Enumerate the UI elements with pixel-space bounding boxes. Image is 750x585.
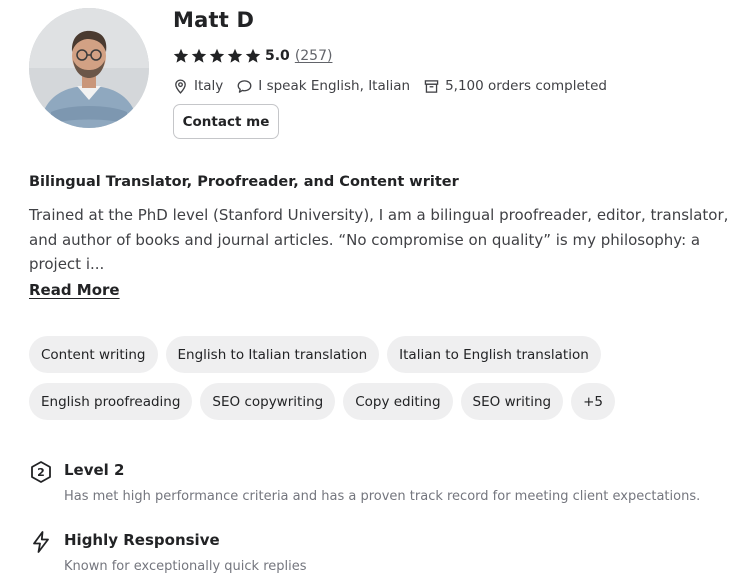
skills-row-2: English proofreading SEO copywriting Cop… [29,383,729,420]
avatar[interactable] [29,8,149,128]
languages-text: I speak English, Italian [258,78,411,94]
seller-headline: Bilingual Translator, Proofreader, and C… [29,174,459,190]
star-icon [245,48,261,63]
skill-chip-english-proofreading[interactable]: English proofreading [29,383,193,420]
orders: 5,100 orders completed [424,78,607,94]
read-more-link[interactable]: Read More [29,281,120,299]
level-2-icon: 2 [29,460,53,484]
responsive-description: Known for exceptionally quick replies [64,559,307,574]
contact-me-button[interactable]: Contact me [173,104,279,139]
orders-box-icon [424,79,439,93]
star-icon [173,48,189,63]
rating-row: 5.0 (257) [173,46,332,66]
skill-chip-seo-writing[interactable]: SEO writing [460,383,564,420]
lightning-icon [29,530,53,554]
location-text: Italy [194,78,224,94]
star-icon [209,48,225,63]
location: Italy [173,78,223,94]
skills-row-1: Content writing English to Italian trans… [29,336,729,373]
rating-value: 5.0 [265,48,290,64]
skill-chip-seo-copywriting[interactable]: SEO copywriting [200,383,336,420]
skill-chip-copy-editing[interactable]: Copy editing [343,383,453,420]
skill-chip-content-writing[interactable]: Content writing [29,336,158,373]
skills-list: Content writing English to Italian trans… [29,336,729,430]
seller-meta: Italy I speak English, Italian 5,100 ord… [173,76,621,96]
review-count-link[interactable]: (257) [295,48,333,64]
svg-text:2: 2 [37,466,45,479]
seller-description: Trained at the PhD level (Stanford Unive… [29,206,729,273]
level-title: Level 2 [64,461,125,479]
orders-text: 5,100 orders completed [445,78,607,94]
avatar-photo [29,8,149,128]
star-rating [173,48,261,64]
languages: I speak English, Italian [237,78,410,94]
location-pin-icon [175,78,186,94]
level-description: Has met high performance criteria and ha… [64,489,701,504]
star-icon [191,48,207,63]
skill-chip-italian-to-english[interactable]: Italian to English translation [387,336,601,373]
seller-name[interactable]: Matt D [173,8,254,32]
chat-bubble-icon [237,79,252,93]
more-skills-button[interactable]: +5 [571,383,615,420]
responsive-title: Highly Responsive [64,531,220,549]
skill-chip-english-to-italian[interactable]: English to Italian translation [165,336,380,373]
star-icon [227,48,243,63]
seller-profile-card: Matt D 5.0 (257) Italy I speak English, … [0,0,750,585]
